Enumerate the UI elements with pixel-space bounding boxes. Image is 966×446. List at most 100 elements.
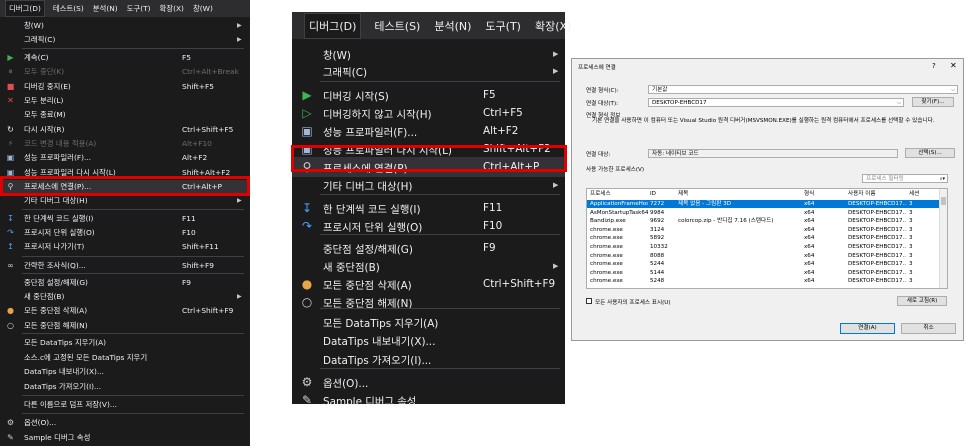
menu-item[interactable]: 새 중단점(B) ▶: [0, 290, 250, 303]
table-cell: x64: [804, 252, 815, 259]
menu-item-label: 새 중단점(B): [323, 261, 380, 274]
refresh-button[interactable]: 새로 고침(R): [897, 296, 947, 306]
attach-to-process-dialog: 프로세스에 연결 ? ✕ 연결 형식(C): 기본값 ⌵ 연결 대상(T): D…: [571, 58, 964, 341]
table-cell: DESKTOP-EHBCD17...: [848, 201, 906, 207]
close-icon[interactable]: ✕: [950, 61, 957, 70]
menu-item[interactable]: ▷ 디버깅하지 않고 시작(H) Ctrl+F5: [292, 103, 565, 123]
menu-item-label: 기타 디버그 대상(H): [323, 180, 413, 193]
menu-item[interactable]: DataTips 내보내기(X)...: [0, 365, 250, 378]
menu-item[interactable]: ● 모든 중단점 삭제(A) Ctrl+Shift+F9: [0, 304, 250, 317]
column-header[interactable]: 세션: [909, 190, 929, 198]
menu-item[interactable]: ▶ 계속(C) F5: [0, 51, 250, 64]
submenu-arrow-icon: ▶: [553, 50, 559, 58]
menu-item[interactable]: ↷ 프로시저 단위 실행(O) F10: [0, 226, 250, 239]
menu-item[interactable]: DataTips 내보내기(X)...: [292, 330, 565, 350]
help-icon[interactable]: ?: [932, 62, 936, 70]
menu-item[interactable]: ↥ 프로시저 나가기(T) Shift+F11: [0, 240, 250, 253]
menubar-analyze[interactable]: 분석(N): [93, 3, 118, 14]
menu-item[interactable]: 그래픽(C) ▶: [0, 33, 250, 46]
connection-type-select[interactable]: 기본값 ⌵: [648, 85, 958, 94]
menu-item[interactable]: ■ 디버깅 중지(E) Shift+F5: [0, 80, 250, 93]
menu-item[interactable]: ∞ 간략한 조사식(Q)... Shift+F9: [0, 259, 250, 272]
menu-item[interactable]: 새 중단점(B) ▶: [292, 256, 565, 276]
menu-item[interactable]: ✎ Sample 디버그 속성: [0, 431, 250, 444]
menu-item[interactable]: DataTips 가져오기(I)...: [292, 349, 565, 369]
column-header[interactable]: 프로세스: [590, 190, 648, 198]
column-header[interactable]: 형식: [804, 190, 846, 198]
menu-item[interactable]: 모두 종료(M): [0, 108, 250, 121]
menubar-extensions[interactable]: 확장(X): [160, 3, 184, 14]
menu-item[interactable]: 중단점 설정/해제(G) F9: [0, 276, 250, 289]
column-header[interactable]: 사용자 이름: [848, 190, 906, 198]
table-row[interactable]: AsMonStartupTask64... 9984 x64 DESKTOP-EHBC…: [587, 209, 939, 217]
menu-item[interactable]: ● 모든 중단점 삭제(A) Ctrl+Shift+F9: [292, 274, 565, 294]
menu-item-label: 성능 프로파일러(F)...: [323, 126, 418, 139]
menu-item[interactable]: 소스.c에 고정된 모든 DataTips 지우기: [0, 351, 250, 364]
table-row[interactable]: chrome.exe 5144 x64 DESKTOP-EHBCD17... 3: [587, 269, 939, 277]
table-row[interactable]: chrome.exe 10332 x64 DESKTOP-EHBCD17... 3: [587, 243, 939, 251]
menu-item[interactable]: 기타 디버그 대상(H) ▶: [292, 175, 565, 195]
attach-target-label: 연결 대상:: [586, 152, 611, 158]
menu-item-label: 디버깅하지 않고 시작(H): [323, 108, 432, 121]
menu-item[interactable]: ○ 모든 중단점 해제(N): [0, 319, 250, 332]
menu-item[interactable]: ▣ 성능 프로파일러(F)... Alt+F2: [0, 151, 250, 164]
menu-separator: [22, 209, 244, 210]
menu-item[interactable]: ↧ 한 단계씩 코드 실행(I) F11: [0, 212, 250, 225]
process-filter-input[interactable]: 프로세스 필터링 ⌕▾: [862, 174, 948, 183]
menu-item[interactable]: 그래픽(C) ▶: [292, 61, 565, 81]
menu-item-shortcut: Shift+F9: [182, 261, 214, 270]
menu-item[interactable]: ▣ 성능 프로파일러(F)... Alt+F2: [292, 121, 565, 141]
table-cell: DESKTOP-EHBCD17...: [848, 261, 906, 268]
menu-item[interactable]: ▶ 디버깅 시작(S) F5: [292, 85, 565, 105]
menubar-extensions[interactable]: 확장(X): [535, 18, 571, 34]
table-row[interactable]: chrome.exe 5248 x64 DESKTOP-EHBCD17... 3: [587, 277, 939, 285]
table-row[interactable]: chrome.exe 5892 x64 DESKTOP-EHBCD17... 3: [587, 234, 939, 242]
gear-icon: ⚙: [301, 375, 313, 389]
table-row[interactable]: Bandizip.exe 9692 colorcop.zip - 반디집 7.16 …: [587, 217, 939, 225]
menu-item[interactable]: ⚙ 옵션(O)...: [292, 372, 565, 392]
step-into-icon: ↧: [301, 201, 313, 215]
scrollbar-thumb[interactable]: [941, 197, 946, 205]
menu-item[interactable]: DataTips 가져오기(I)...: [0, 380, 250, 393]
menubar-test[interactable]: 테스트(S): [53, 3, 84, 14]
menubar-analyze[interactable]: 분석(N): [434, 18, 471, 34]
gear-icon: ⚙: [6, 418, 15, 427]
menubar-test[interactable]: 테스트(S): [374, 18, 420, 34]
menu-item-shortcut: F5: [483, 89, 496, 101]
find-button[interactable]: 찾기(F)...: [912, 97, 954, 107]
menu-item[interactable]: ↧ 한 단계씩 코드 실행(I) F11: [292, 198, 565, 218]
menu-item[interactable]: 모든 DataTips 지우기(A): [0, 336, 250, 349]
menu-item[interactable]: 다른 이름으로 덤프 저장(V)...: [0, 398, 250, 411]
menu-item[interactable]: 모든 DataTips 지우기(A): [292, 312, 565, 332]
show-all-users-checkbox[interactable]: [586, 298, 592, 304]
step-over-icon: ↷: [7, 228, 14, 237]
table-row[interactable]: chrome.exe 5244 x64 DESKTOP-EHBCD17... 3: [587, 260, 939, 268]
menu-item-label: 디버깅 시작(S): [323, 90, 389, 103]
table-row[interactable]: chrome.exe 8088 x64 DESKTOP-EHBCD17... 3: [587, 252, 939, 260]
select-button[interactable]: 선택(S)...: [905, 148, 955, 158]
menu-separator: [22, 395, 244, 396]
menu-item[interactable]: ✕ 모두 분리(L): [0, 94, 250, 107]
table-row[interactable]: ApplicationFrameHos...7272 제목 없음 - 그림판 3D…: [587, 200, 939, 208]
submenu-arrow-icon: ▶: [553, 67, 559, 75]
column-header[interactable]: 제목: [678, 190, 802, 198]
menu-item[interactable]: ✎ Sample 디버그 속성: [292, 390, 565, 410]
menu-item[interactable]: ↷ 프로시저 단위 실행(O) F10: [292, 216, 565, 236]
cancel-button[interactable]: 취소: [901, 323, 956, 334]
menu-item[interactable]: ↻ 다시 시작(R) Ctrl+Shift+F5: [0, 123, 250, 136]
menu-item[interactable]: 중단점 설정/해제(G) F9: [292, 238, 565, 258]
menu-item-label: 중단점 설정/해제(G): [323, 243, 413, 256]
vertical-scrollbar[interactable]: [939, 189, 947, 288]
menu-item[interactable]: ⚙ 옵션(O)...: [0, 416, 250, 429]
menubar-tools[interactable]: 도구(T): [127, 3, 151, 14]
menubar-debug[interactable]: 디버그(D): [5, 0, 45, 17]
menu-item[interactable]: 창(W) ▶: [0, 19, 250, 32]
table-row[interactable]: chrome.exe 3124 x64 DESKTOP-EHBCD17... 3: [587, 226, 939, 234]
menubar-debug[interactable]: 디버그(D): [303, 12, 362, 39]
attach-button[interactable]: 연결(A): [840, 323, 895, 334]
menubar-window[interactable]: 창(W): [193, 3, 213, 14]
menu-item[interactable]: ○ 모든 중단점 해제(N): [292, 292, 565, 312]
column-header[interactable]: ID: [650, 190, 676, 198]
connection-target-input[interactable]: DESKTOP-EHBCD17 ⌵: [648, 98, 904, 107]
menubar-tools[interactable]: 도구(T): [485, 18, 521, 34]
